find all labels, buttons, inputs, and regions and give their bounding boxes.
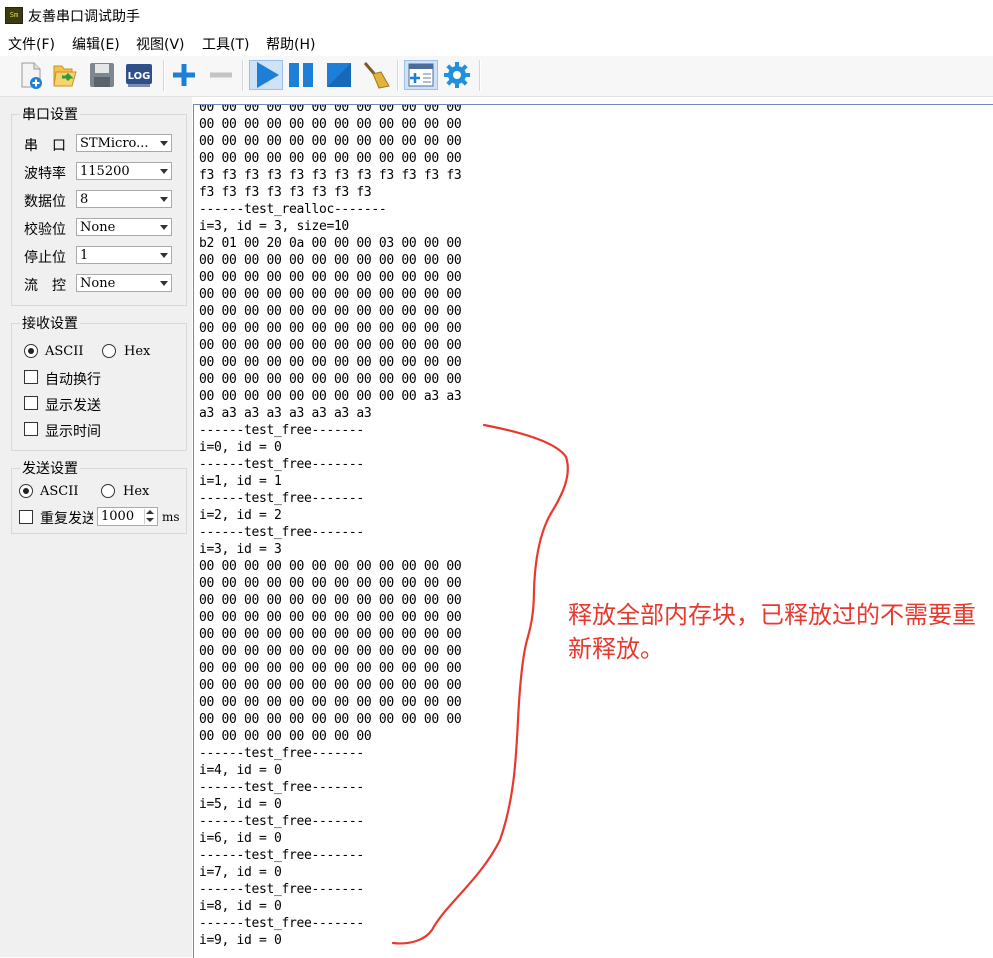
settings-panel: 串口设置 串 口 STMicro... 波特率 115200 数据位 8 校验位… [0,97,192,957]
log-icon-text: LOG [128,71,151,82]
flow-control-select[interactable]: None [76,274,172,292]
pause-icon[interactable] [286,60,316,90]
window-title: 友善串口调试助手 [28,9,140,25]
menu-tools[interactable]: 工具(T) [202,34,249,54]
chevron-down-icon [160,197,168,202]
interval-value: 1000 [101,509,135,524]
port-select[interactable]: STMicro... [76,134,172,152]
save-icon[interactable] [87,60,117,90]
new-file-icon[interactable] [16,60,46,90]
show-send-checkbox[interactable] [24,396,38,410]
baud-label: 波特率 [24,166,66,182]
stop-bits-value: 1 [80,248,89,263]
repeat-send-checkbox[interactable] [19,510,33,524]
show-send-label: 显示发送 [45,398,101,414]
data-bits-label: 数据位 [24,194,66,210]
toolbar: LOG [0,56,993,97]
chevron-down-icon [160,225,168,230]
receive-ascii-radio[interactable] [24,344,38,358]
window-layout-icon[interactable] [404,60,438,90]
toolbar-separator [163,60,165,91]
parity-label: 校验位 [24,222,66,238]
toolbar-separator [479,60,481,91]
toolbar-separator [397,60,399,91]
repeat-send-label: 重复发送 [40,511,93,527]
receive-hex-label: Hex [124,344,151,359]
flow-control-label: 流 控 [24,278,66,294]
send-hex-radio[interactable] [101,484,115,498]
menu-file[interactable]: 文件(F) [8,34,55,54]
log-icon[interactable]: LOG [124,60,154,90]
flow-control-value: None [80,276,116,291]
data-bits-value: 8 [80,192,89,207]
menu-bar: 文件(F) 编辑(E) 视图(V) 工具(T) 帮助(H) [0,31,993,55]
chevron-down-icon [160,141,168,146]
show-time-checkbox[interactable] [24,422,38,436]
port-value: STMicro... [80,136,149,151]
open-folder-icon[interactable] [50,60,80,90]
annotation-note: 释放全部内存块，已释放过的不需要重新释放。 [568,601,976,663]
baud-value: 115200 [80,164,130,179]
parity-select[interactable]: None [76,218,172,236]
clear-broom-icon[interactable] [361,60,391,90]
remove-icon[interactable] [206,60,236,90]
auto-wrap-label: 自动换行 [45,372,101,388]
stop-icon[interactable] [324,60,354,90]
chevron-down-icon [160,253,168,258]
menu-edit[interactable]: 编辑(E) [72,34,120,54]
interval-unit: ms [162,510,180,524]
receive-ascii-label: ASCII [45,344,84,359]
spin-arrows-icon[interactable] [144,509,155,524]
play-icon[interactable] [249,60,283,90]
settings-gear-icon[interactable] [442,60,472,90]
data-bits-select[interactable]: 8 [76,190,172,208]
interval-spinbox[interactable]: 1000 [97,507,158,526]
app-icon: Sm [5,7,23,24]
serial-settings-title: 串口设置 [22,107,78,123]
chevron-down-icon [160,169,168,174]
auto-wrap-checkbox[interactable] [24,370,38,384]
send-hex-label: Hex [123,484,150,499]
menu-help[interactable]: 帮助(H) [266,34,315,54]
stop-bits-select[interactable]: 1 [76,246,172,264]
toolbar-separator [242,60,244,91]
send-ascii-label: ASCII [40,484,79,499]
receive-output-text: 00 00 00 00 00 00 00 00 00 00 00 00 00 0… [199,104,462,948]
parity-value: None [80,220,116,235]
baud-select[interactable]: 115200 [76,162,172,180]
send-settings-title: 发送设置 [22,461,78,477]
send-ascii-radio[interactable] [19,484,33,498]
receive-hex-radio[interactable] [102,344,116,358]
title-bar: Sm 友善串口调试助手 [0,0,993,30]
menu-view[interactable]: 视图(V) [136,34,185,54]
stop-bits-label: 停止位 [24,250,66,266]
show-time-label: 显示时间 [45,424,101,440]
add-icon[interactable] [169,60,199,90]
port-label: 串 口 [24,138,66,154]
receive-output-area[interactable]: 00 00 00 00 00 00 00 00 00 00 00 00 00 0… [193,104,993,958]
receive-settings-title: 接收设置 [22,316,78,332]
chevron-down-icon [160,281,168,286]
